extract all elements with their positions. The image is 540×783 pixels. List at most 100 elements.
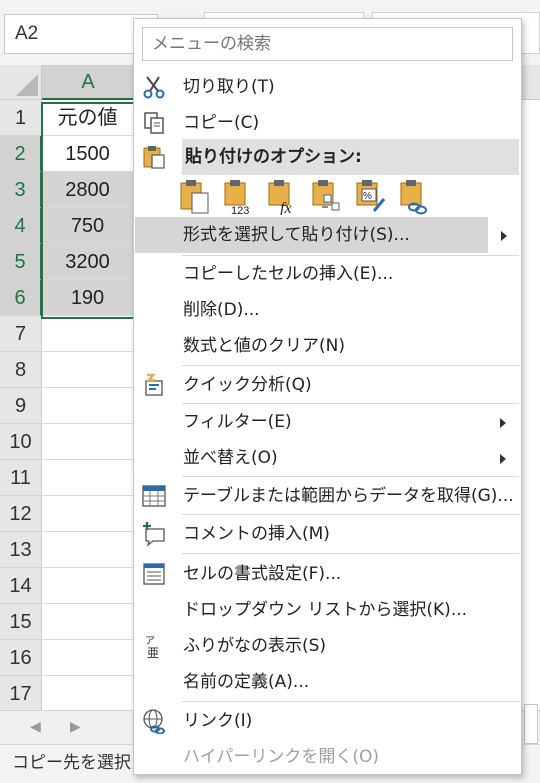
link-globe-icon xyxy=(143,709,165,734)
row-header[interactable]: 2 xyxy=(0,136,42,172)
menu-item-show-phonetic[interactable]: ア 亜 ふりがなの表示(S) xyxy=(135,628,520,664)
row-header[interactable]: 10 xyxy=(0,424,42,460)
context-menu: 切り取り(T) コピー(C) 貼り付けのオプション: 123 fx xyxy=(133,18,522,775)
cell-a11[interactable] xyxy=(42,460,134,496)
cell-a15[interactable] xyxy=(42,604,134,640)
submenu-arrow-icon xyxy=(500,454,506,464)
cell-a16[interactable] xyxy=(42,640,134,676)
scroll-box[interactable] xyxy=(524,704,538,744)
paste-formulas-icon[interactable]: fx xyxy=(266,177,300,215)
cell-a3[interactable]: 2800 xyxy=(42,172,134,208)
menu-item-copy[interactable]: コピー(C) xyxy=(135,105,520,141)
cell-a14[interactable] xyxy=(42,568,134,604)
menu-item-cut[interactable]: 切り取り(T) xyxy=(135,69,520,105)
cell-a5[interactable]: 3200 xyxy=(42,244,134,280)
row-header[interactable]: 12 xyxy=(0,496,42,532)
row-header[interactable]: 3 xyxy=(0,172,42,208)
menu-item-label: ハイパーリンクを開く(O) xyxy=(183,747,379,767)
row-header[interactable]: 6 xyxy=(0,280,42,316)
row-header[interactable]: 7 xyxy=(0,316,42,352)
paste-formatting-icon[interactable]: % xyxy=(354,177,388,215)
menu-item-insert-copied-cells[interactable]: コピーしたセルの挿入(E)... xyxy=(135,256,520,292)
menu-item-label: 並べ替え(O) xyxy=(183,448,278,468)
row-header[interactable]: 4 xyxy=(0,208,42,244)
comment-icon xyxy=(143,522,165,547)
separator xyxy=(182,476,519,477)
cell-a17[interactable] xyxy=(42,676,134,712)
sheet-next-icon[interactable]: ▶ xyxy=(70,719,81,735)
select-all-corner[interactable] xyxy=(0,65,42,100)
menu-item-label: コピーしたセルの挿入(E)... xyxy=(183,264,394,284)
column-header-a[interactable]: A xyxy=(42,65,134,100)
separator xyxy=(182,553,519,554)
menu-item-open-hyperlink: ハイパーリンクを開く(O) xyxy=(135,739,520,775)
menu-item-label: セルの書式設定(F)... xyxy=(183,564,342,584)
menu-item-label: 切り取り(T) xyxy=(183,77,275,97)
menu-item-label: コメントの挿入(M) xyxy=(183,524,330,544)
menu-item-delete[interactable]: 削除(D)... xyxy=(135,292,520,328)
svg-text:亜: 亜 xyxy=(147,646,159,659)
menu-item-label: 名前の定義(A)... xyxy=(183,672,310,692)
quick-analysis-icon xyxy=(145,373,163,396)
row-header[interactable]: 15 xyxy=(0,604,42,640)
cell-a13[interactable] xyxy=(42,532,134,568)
paste-values-icon[interactable]: 123 xyxy=(222,177,256,215)
cell-a6[interactable]: 190 xyxy=(42,280,134,316)
menu-item-quick-analysis[interactable]: クイック分析(Q) xyxy=(135,367,520,403)
menu-item-label: フィルター(E) xyxy=(183,412,292,432)
paste-icon xyxy=(143,146,165,169)
svg-text:123: 123 xyxy=(231,205,249,215)
cell-a7[interactable] xyxy=(42,316,134,352)
menu-item-label: テーブルまたは範囲からデータを取得(G)... xyxy=(183,486,514,506)
row-header[interactable]: 14 xyxy=(0,568,42,604)
menu-item-filter[interactable]: フィルター(E) xyxy=(135,404,520,440)
cell-a10[interactable] xyxy=(42,424,134,460)
menu-item-sort[interactable]: 並べ替え(O) xyxy=(135,440,520,476)
menu-item-clear-contents[interactable]: 数式と値のクリア(N) xyxy=(135,328,520,364)
row-header[interactable]: 16 xyxy=(0,640,42,676)
paste-options-row: 123 fx % xyxy=(178,177,478,217)
row-header[interactable]: 11 xyxy=(0,460,42,496)
paste-default-icon[interactable] xyxy=(178,177,212,215)
svg-text:%: % xyxy=(363,191,372,202)
row-header[interactable]: 8 xyxy=(0,352,42,388)
menu-item-get-data[interactable]: テーブルまたは範囲からデータを取得(G)... xyxy=(135,478,520,514)
menu-item-define-name[interactable]: 名前の定義(A)... xyxy=(135,664,520,700)
submenu-arrow-icon xyxy=(500,418,506,428)
scissors-icon xyxy=(143,76,165,99)
menu-item-insert-comment[interactable]: コメントの挿入(M) xyxy=(135,516,520,552)
cell-a8[interactable] xyxy=(42,352,134,388)
menu-item-label: ふりがなの表示(S) xyxy=(183,636,327,656)
cell-a1[interactable]: 元の値 xyxy=(42,100,134,136)
cell-a2[interactable]: 1500 xyxy=(42,136,134,172)
menu-item-paste-special[interactable]: 形式を選択して貼り付け(S)... xyxy=(135,217,488,253)
menu-search-input[interactable] xyxy=(142,27,513,61)
menu-item-label: リンク(I) xyxy=(183,711,253,731)
row-header[interactable]: 13 xyxy=(0,532,42,568)
row-header[interactable]: 5 xyxy=(0,244,42,280)
separator xyxy=(182,701,519,702)
format-cells-icon xyxy=(143,563,165,585)
menu-item-label: 形式を選択して貼り付け(S)... xyxy=(183,225,410,245)
menu-item-label: 数式と値のクリア(N) xyxy=(183,336,345,356)
paste-link-icon[interactable] xyxy=(398,177,432,215)
paste-transpose-icon[interactable] xyxy=(310,177,344,215)
submenu-arrow-icon xyxy=(501,231,507,241)
paste-options-header: 貼り付けのオプション: xyxy=(182,139,519,175)
table-icon xyxy=(142,485,166,507)
copy-icon xyxy=(144,112,164,134)
sheet-prev-icon[interactable]: ◀ xyxy=(30,719,41,735)
menu-item-label: コピー(C) xyxy=(183,113,260,133)
cell-a4[interactable]: 750 xyxy=(42,208,134,244)
separator xyxy=(182,365,519,366)
row-header[interactable]: 9 xyxy=(0,388,42,424)
menu-item-label: ドロップダウン リストから選択(K)... xyxy=(183,600,468,620)
menu-item-format-cells[interactable]: セルの書式設定(F)... xyxy=(135,556,520,592)
row-header[interactable]: 1 xyxy=(0,100,42,136)
menu-item-pick-from-list[interactable]: ドロップダウン リストから選択(K)... xyxy=(135,592,520,628)
cell-a12[interactable] xyxy=(42,496,134,532)
row-header[interactable]: 17 xyxy=(0,676,42,712)
cell-a9[interactable] xyxy=(42,388,134,424)
phonetic-icon: ア 亜 xyxy=(145,636,159,659)
menu-item-link[interactable]: リンク(I) xyxy=(135,703,520,739)
